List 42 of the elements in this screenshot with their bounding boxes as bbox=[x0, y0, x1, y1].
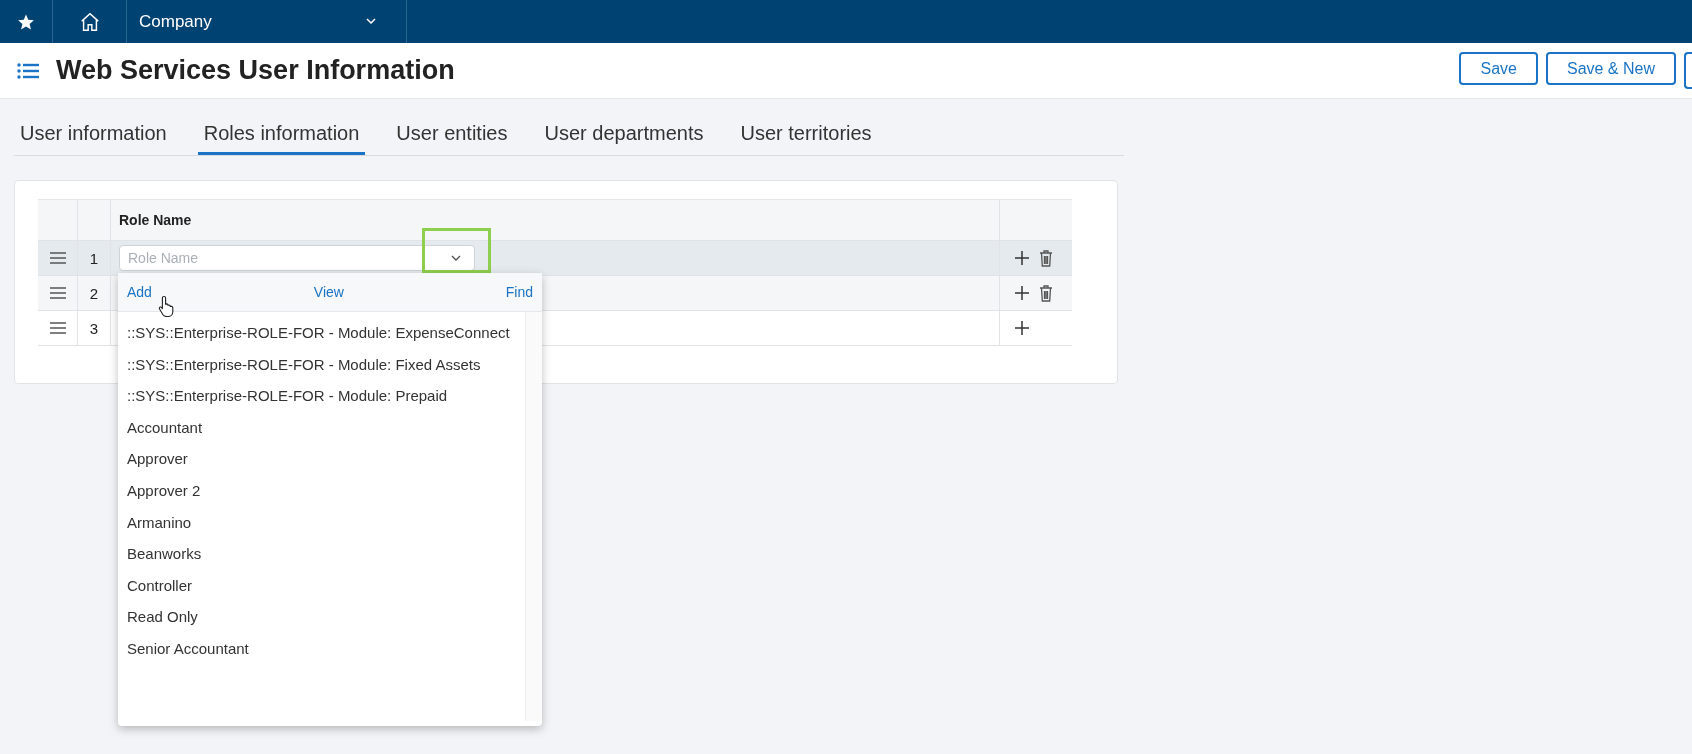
tab[interactable]: User departments bbox=[538, 118, 710, 155]
tab[interactable]: User territories bbox=[734, 118, 878, 155]
row-number: 1 bbox=[89, 249, 99, 267]
menu-link[interactable]: Add bbox=[127, 284, 152, 300]
menu-link[interactable]: Find bbox=[505, 284, 533, 300]
menu-link[interactable]: View bbox=[313, 284, 344, 300]
menu-option[interactable]: Accountant bbox=[118, 411, 525, 444]
menu-option[interactable]: Approver 2 bbox=[118, 474, 525, 507]
chevron-down-icon bbox=[366, 18, 376, 25]
page-title: Web Services User Information bbox=[56, 55, 456, 86]
column-header: Role Name bbox=[119, 212, 192, 228]
home-icon[interactable] bbox=[78, 10, 101, 33]
drag-handle-icon[interactable] bbox=[49, 252, 66, 264]
add-icon[interactable] bbox=[1014, 250, 1030, 266]
scrollbar[interactable] bbox=[525, 312, 542, 721]
action-button[interactable]: Save & New bbox=[1545, 52, 1676, 85]
menu-option[interactable]: ::SYS::Enterprise-ROLE-FOR - Module: Fixed Assets bbox=[118, 348, 525, 381]
role-name-field[interactable]: Role Name bbox=[119, 245, 475, 271]
add-icon[interactable] bbox=[1014, 320, 1030, 336]
row-number: 2 bbox=[89, 284, 99, 302]
tab[interactable]: User entities bbox=[390, 118, 514, 155]
menu-option[interactable]: Approver bbox=[118, 443, 525, 475]
list-icon[interactable] bbox=[17, 61, 39, 80]
drag-handle-icon[interactable] bbox=[49, 322, 66, 334]
highlight-frame bbox=[422, 228, 491, 273]
drag-handle-icon[interactable] bbox=[49, 287, 66, 299]
menu-option[interactable]: Controller bbox=[118, 569, 525, 602]
tab[interactable]: User information bbox=[14, 118, 173, 155]
row-number: 3 bbox=[89, 319, 99, 337]
add-icon[interactable] bbox=[1014, 285, 1030, 301]
menu-option[interactable]: Armanino bbox=[118, 506, 525, 539]
menu-option[interactable]: Beanworks bbox=[118, 538, 525, 570]
menu-option[interactable]: Read Only bbox=[118, 601, 525, 633]
trash-icon[interactable] bbox=[1039, 284, 1053, 302]
action-button[interactable]: Save bbox=[1459, 52, 1538, 85]
menu-option[interactable]: ::SYS::Enterprise-ROLE-FOR - Module: Prepaid bbox=[118, 380, 525, 412]
trash-icon[interactable] bbox=[1039, 249, 1053, 267]
tab[interactable]: Roles information bbox=[197, 118, 366, 155]
action-button[interactable] bbox=[1684, 52, 1692, 89]
chevron-down-icon bbox=[451, 255, 461, 262]
menu-option[interactable]: ::SYS::Enterprise-ROLE-FOR - Module: ExpenseConnect bbox=[118, 317, 525, 349]
menu-option[interactable]: Senior Accountant bbox=[118, 632, 525, 665]
